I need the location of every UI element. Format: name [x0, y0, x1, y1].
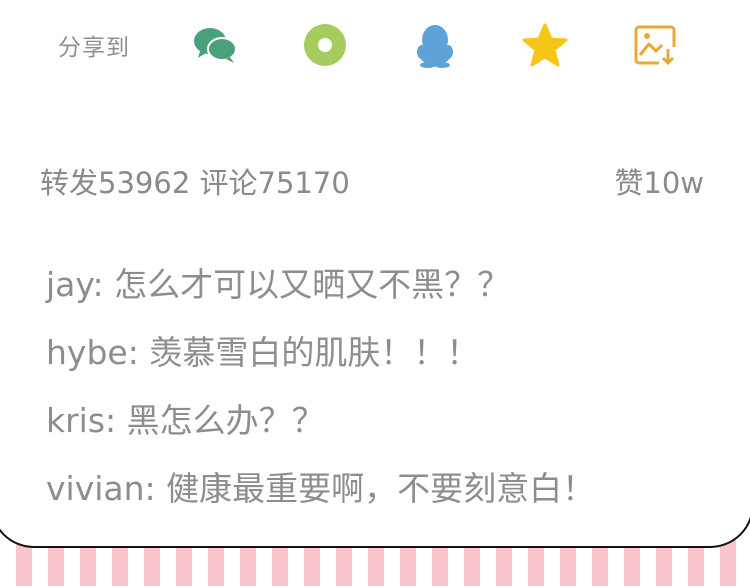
save-image-icon[interactable]: [632, 22, 678, 68]
qq-icon[interactable]: [412, 22, 458, 68]
comment-item: kris: 黑怎么办？？: [46, 401, 325, 440]
moments-icon[interactable]: [302, 22, 348, 68]
stats-right[interactable]: 赞10w: [614, 160, 704, 202]
comment-label[interactable]: 评论: [200, 166, 258, 200]
comment-user[interactable]: vivian: [46, 469, 145, 508]
repost-count: 53962: [98, 166, 191, 200]
post-screen: 分享到 转发53962 评论75170 赞10w jay: 怎么才可以又晒又不黑…: [0, 0, 750, 586]
stats-left: 转发53962 评论75170: [40, 160, 350, 202]
comment-item: vivian: 健康最重要啊，不要刻意白！: [46, 469, 596, 508]
repost-label[interactable]: 转发: [40, 166, 98, 200]
comment-user[interactable]: hybe: [46, 333, 128, 372]
share-bar: 分享到: [58, 22, 678, 68]
comment-count: 75170: [257, 166, 350, 200]
comment-text: 怎么才可以又晒又不黑？？: [114, 265, 511, 304]
share-label: 分享到: [58, 35, 130, 61]
comment-text: 健康最重要啊，不要刻意白！: [166, 469, 596, 508]
post-stats: 转发53962 评论75170 赞10w: [40, 160, 704, 202]
comment-list: jay: 怎么才可以又晒又不黑？？ hybe: 羡慕雪白的肌肤！！！ kris:…: [46, 262, 726, 534]
wechat-icon[interactable]: [192, 22, 238, 68]
like-count: 10w: [643, 166, 704, 200]
like-label[interactable]: 赞: [614, 166, 643, 200]
comment-user[interactable]: jay: [46, 265, 93, 304]
comment-text: 羡慕雪白的肌肤！！！: [149, 333, 480, 372]
comment-item: hybe: 羡慕雪白的肌肤！！！: [46, 333, 480, 372]
favorite-star-icon[interactable]: [522, 22, 568, 68]
comment-user[interactable]: kris: [46, 401, 105, 440]
comment-item: jay: 怎么才可以又晒又不黑？？: [46, 265, 511, 304]
comment-text: 黑怎么办？？: [126, 401, 325, 440]
